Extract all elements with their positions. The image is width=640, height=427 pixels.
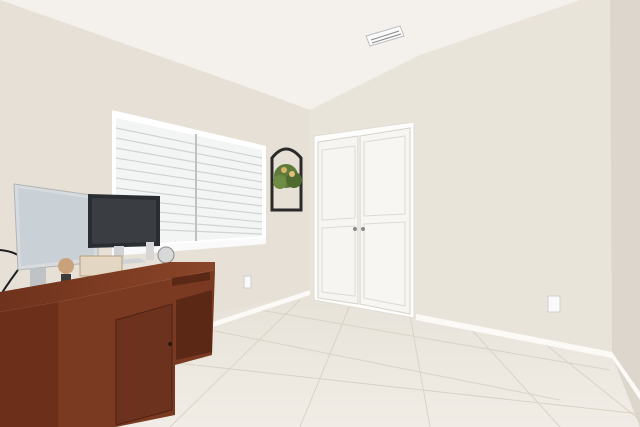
room-photo xyxy=(0,0,640,427)
room-illustration xyxy=(0,0,640,427)
double-closet-door xyxy=(313,121,415,319)
wall-outlet-left xyxy=(243,275,252,289)
wall-outlet xyxy=(547,295,561,313)
